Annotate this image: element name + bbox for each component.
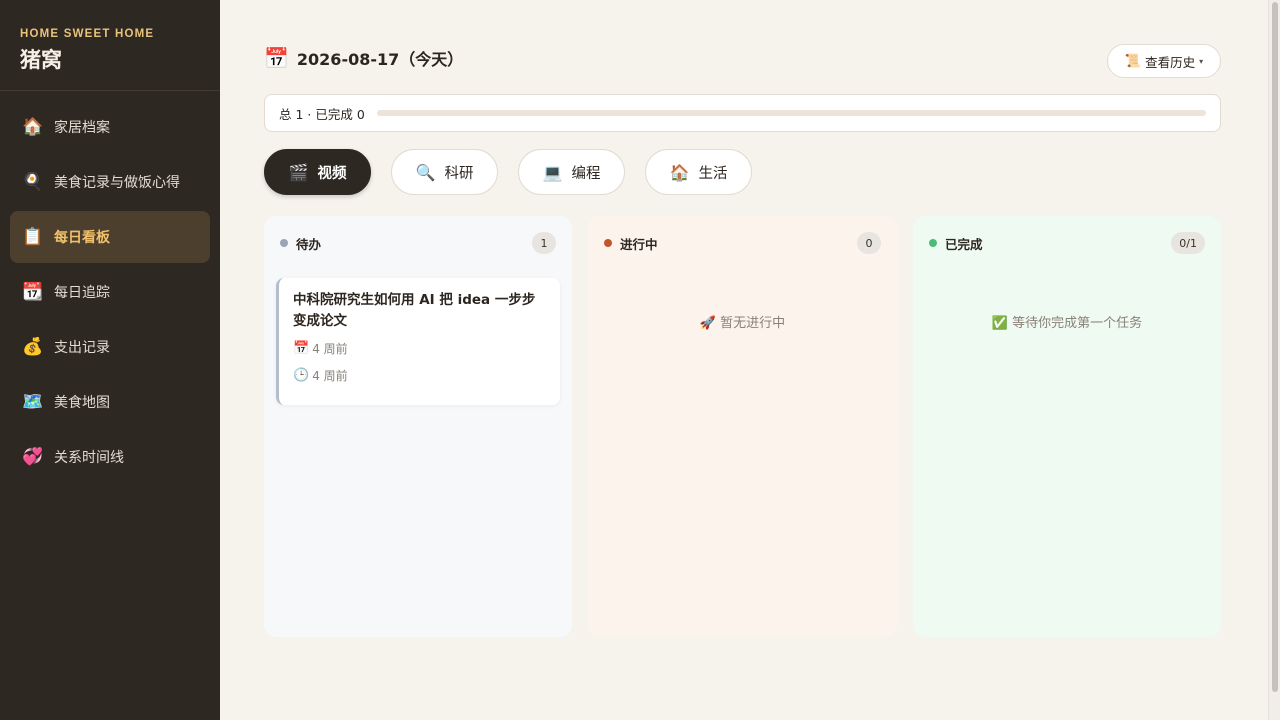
column-title: 进行中 xyxy=(620,236,658,252)
progress-summary: 总 1 · 已完成 0 xyxy=(264,94,1221,132)
column-title: 已完成 xyxy=(945,236,983,252)
view-history-button[interactable]: 📜 查看历史 ▾ xyxy=(1107,44,1221,78)
sidebar-nav: 🏠 家居档案 🍳 美食记录与做饭心得 📋 每日看板 📆 每日追踪 💰 支出记录 … xyxy=(10,101,210,486)
task-card[interactable]: 中科院研究生如何用 AI 把 idea 一步步变成论文 📅 4 周前 🕒 4 周… xyxy=(276,278,560,405)
sidebar-item-food-map[interactable]: 🗺️ 美食地图 xyxy=(10,376,210,428)
sidebar-item-label: 美食记录与做饭心得 xyxy=(54,175,180,191)
tab-label: 编程 xyxy=(571,165,601,182)
empty-state: ✅ 等待你完成第一个任务 xyxy=(991,316,1143,331)
laptop-icon: 💻 xyxy=(542,162,563,182)
sidebar-item-label: 每日追踪 xyxy=(54,285,110,301)
sidebar: HOME SWEET HOME 猪窝 🏠 家居档案 🍳 美食记录与做饭心得 📋 … xyxy=(0,0,220,720)
column-title: 待办 xyxy=(296,236,322,252)
sidebar-item-daily-board[interactable]: 📋 每日看板 xyxy=(10,211,210,263)
count-badge: 0 xyxy=(857,232,881,254)
empty-state: 🚀 暂无进行中 xyxy=(699,316,786,331)
task-updated-text: 4 周前 xyxy=(312,369,348,383)
column-in-progress: 进行中 0 🚀 暂无进行中 xyxy=(588,216,897,637)
progress-bar xyxy=(376,110,1206,116)
tab-research[interactable]: 🔍 科研 xyxy=(391,149,498,195)
calendar-icon: 📆 xyxy=(22,282,44,302)
money-bag-icon: 💰 xyxy=(22,337,44,357)
brand: HOME SWEET HOME 猪窝 xyxy=(0,0,220,91)
column-todo: 待办 1 中科院研究生如何用 AI 把 idea 一步步变成论文 📅 4 周前 … xyxy=(264,216,572,637)
task-created: 📅 4 周前 xyxy=(293,340,548,357)
calendar-icon: 📅 xyxy=(293,341,310,356)
status-dot xyxy=(929,239,937,247)
sidebar-item-label: 关系时间线 xyxy=(54,450,124,466)
hearts-icon: 💞 xyxy=(22,447,44,467)
column-header: 进行中 0 xyxy=(604,230,881,256)
task-title: 中科院研究生如何用 AI 把 idea 一步步变成论文 xyxy=(293,292,536,329)
tab-programming[interactable]: 💻 编程 xyxy=(518,149,625,195)
house-icon: 🏠 xyxy=(669,162,690,182)
status-dot xyxy=(280,239,288,247)
scrollbar-thumb[interactable] xyxy=(1272,2,1278,692)
chevron-down-icon: ▾ xyxy=(1199,56,1204,66)
sidebar-item-label: 每日看板 xyxy=(54,230,110,246)
magnifier-icon: 🔍 xyxy=(415,162,436,182)
sidebar-item-home-profile[interactable]: 🏠 家居档案 xyxy=(10,101,210,153)
sidebar-item-label: 支出记录 xyxy=(54,340,110,356)
status-dot xyxy=(604,239,612,247)
main-content: 📅 2026-08-17（今天） 📜 查看历史 ▾ 总 1 · 已完成 0 🎬 … xyxy=(220,0,1268,720)
tab-label: 视频 xyxy=(317,165,347,182)
tab-label: 生活 xyxy=(698,165,728,182)
column-header: 待办 1 xyxy=(280,230,556,256)
task-updated: 🕒 4 周前 xyxy=(293,367,548,384)
house-icon: 🏠 xyxy=(22,117,44,137)
scrollbar[interactable] xyxy=(1268,0,1280,720)
view-history-label: 查看历史 xyxy=(1145,54,1196,70)
date-header: 📅 2026-08-17（今天） xyxy=(264,46,463,70)
page-title: 2026-08-17（今天） xyxy=(296,50,464,69)
sidebar-item-label: 家居档案 xyxy=(54,120,110,136)
sidebar-item-expenses[interactable]: 💰 支出记录 xyxy=(10,321,210,373)
count-badge: 1 xyxy=(532,232,556,254)
column-done: 已完成 0/1 ✅ 等待你完成第一个任务 xyxy=(913,216,1221,637)
sidebar-item-relationship-timeline[interactable]: 💞 关系时间线 xyxy=(10,431,210,483)
sidebar-item-daily-tracking[interactable]: 📆 每日追踪 xyxy=(10,266,210,318)
clock-icon: 🕒 xyxy=(293,368,310,383)
sidebar-item-food-notes[interactable]: 🍳 美食记录与做饭心得 xyxy=(10,156,210,208)
clapper-icon: 🎬 xyxy=(288,162,309,182)
progress-text: 总 1 · 已完成 0 xyxy=(279,106,365,122)
scroll-icon: 📜 xyxy=(1124,53,1142,69)
frying-pan-icon: 🍳 xyxy=(22,172,44,192)
brand-title: 猪窝 xyxy=(20,48,62,72)
tab-label: 科研 xyxy=(444,165,474,182)
column-header: 已完成 0/1 xyxy=(929,230,1205,256)
brand-eyebrow: HOME SWEET HOME xyxy=(20,28,155,40)
count-badge: 0/1 xyxy=(1171,232,1205,254)
category-tabs: 🎬 视频 🔍 科研 💻 编程 🏠 生活 xyxy=(264,149,772,195)
calendar-icon: 📅 xyxy=(264,46,289,70)
tab-video[interactable]: 🎬 视频 xyxy=(264,149,371,195)
tab-life[interactable]: 🏠 生活 xyxy=(645,149,752,195)
map-icon: 🗺️ xyxy=(22,392,44,412)
sidebar-item-label: 美食地图 xyxy=(54,395,110,411)
task-created-text: 4 周前 xyxy=(312,342,348,356)
clipboard-icon: 📋 xyxy=(22,227,44,247)
